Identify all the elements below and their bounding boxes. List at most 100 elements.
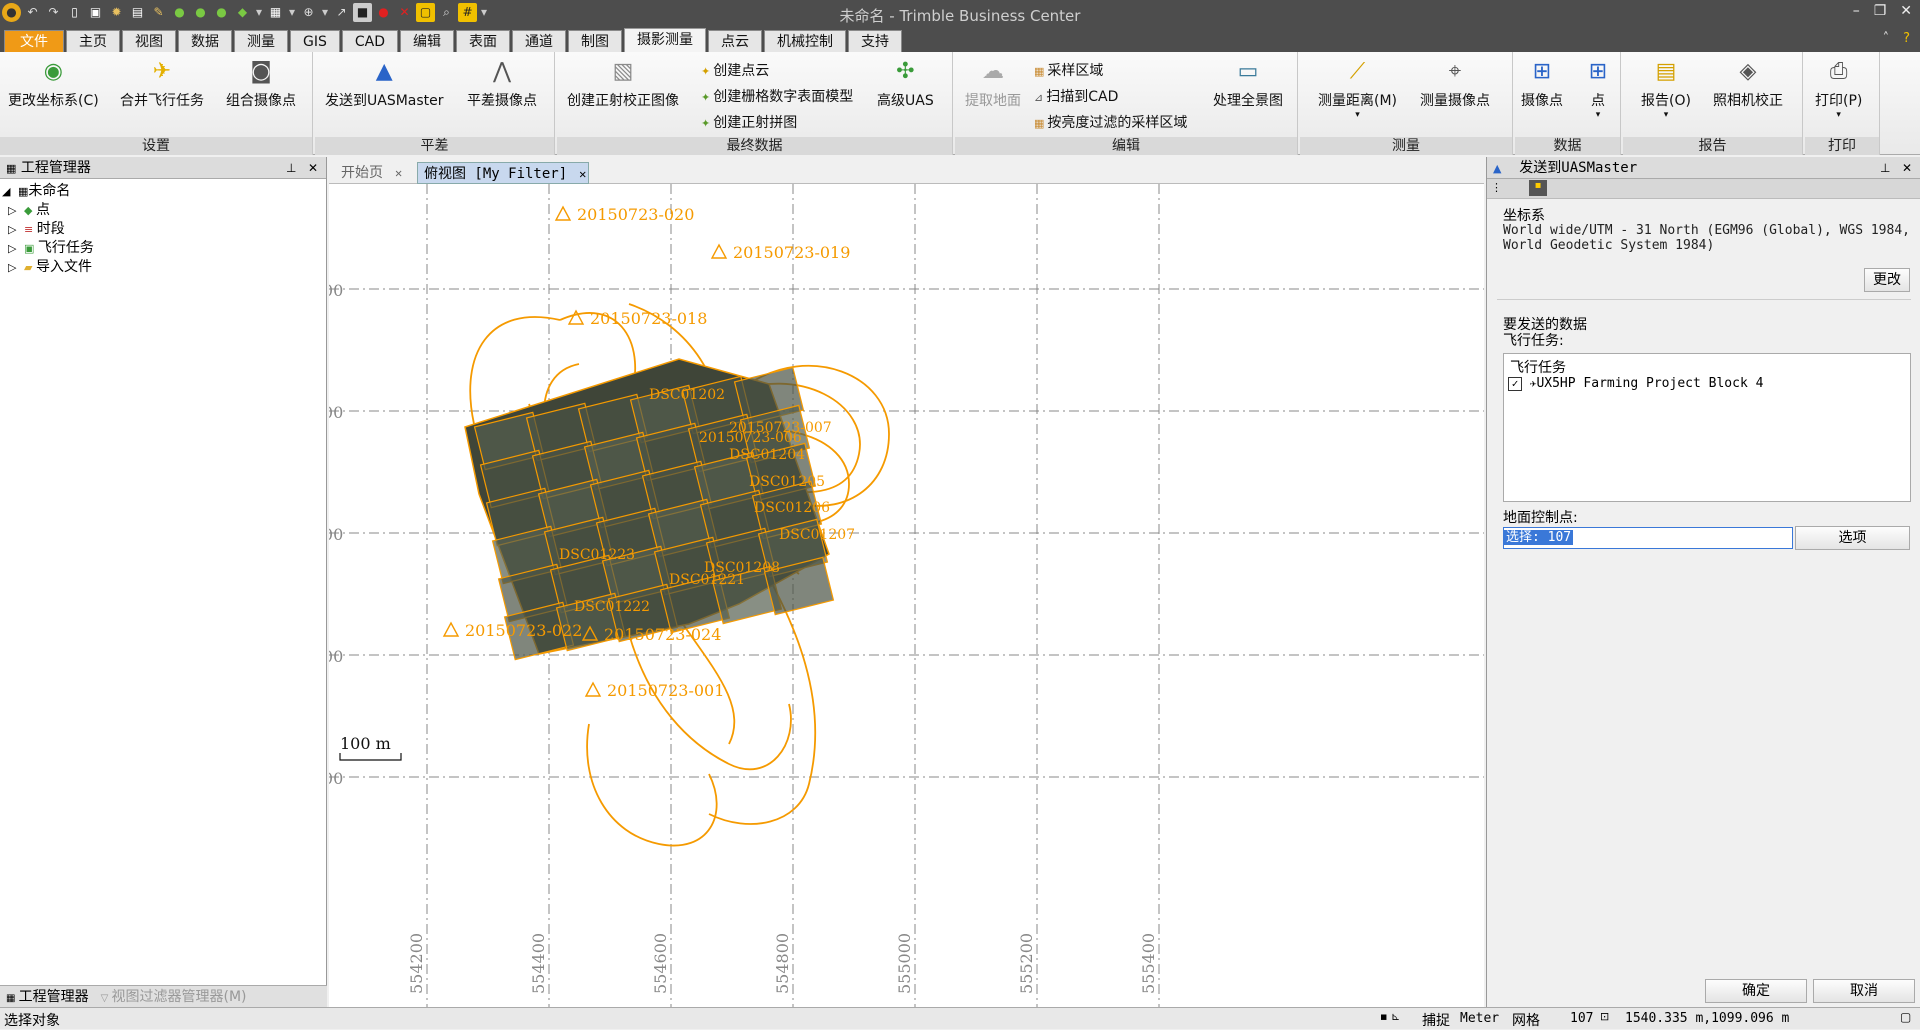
- window-title: 未命名 - Trimble Business Center: [839, 7, 1081, 25]
- tab-3[interactable]: 数据: [178, 30, 232, 52]
- gcp-field[interactable]: 选择: 107: [1503, 527, 1793, 549]
- group-title-final: 最终数据: [557, 137, 952, 155]
- tree-item-flights[interactable]: ▷ ▣ 飞行任务: [2, 239, 326, 258]
- advanced-uas-button[interactable]: ✣ 高级UAS: [877, 58, 934, 110]
- tree-item-imported-files[interactable]: ▷ ▰ 导入文件: [2, 258, 326, 277]
- expand-icon[interactable]: ▷: [8, 239, 24, 258]
- create-ortho-mosaic-button[interactable]: ✦ 创建正射拼图: [701, 112, 797, 132]
- photo-label: DSC01202: [649, 387, 725, 403]
- panel-close-icon[interactable]: ✕: [1902, 161, 1912, 175]
- create-raster-dsm-button[interactable]: ✦ 创建栅格数字表面模型: [701, 86, 853, 106]
- drone-icon: ✣: [896, 59, 915, 84]
- tab-5[interactable]: GIS: [290, 30, 340, 52]
- group-edit: ☁ 提取地面 ▦ 采样区域 ⊿ 扫描到CAD ▦ 按亮度过滤的采样区域 ▭ 处理全景图 编…: [955, 52, 1298, 155]
- create-orthophoto-button[interactable]: ▧ 创建正射校正图像: [567, 58, 679, 110]
- camera-point-icon: ⊞: [1532, 59, 1552, 84]
- close-icon[interactable]: ✕: [1900, 3, 1912, 19]
- help-icon[interactable]: ?: [1903, 31, 1910, 46]
- expand-icon[interactable]: ▷: [8, 201, 24, 220]
- restore-icon[interactable]: ❐: [1874, 3, 1887, 19]
- x-axis-label: 555000: [895, 933, 914, 994]
- tab-10[interactable]: 制图: [568, 30, 623, 52]
- measure-distance-button[interactable]: ⟋ 测量距离(M) ▾: [1318, 58, 1397, 120]
- sample-region-button[interactable]: ▦ 采样区域: [1034, 60, 1103, 80]
- points-button[interactable]: ⊞ 点 ▾: [1583, 58, 1613, 120]
- panel-close-icon[interactable]: ✕: [308, 161, 318, 175]
- camera-points-button[interactable]: ⊞ 摄像点: [1521, 58, 1563, 110]
- flights-label: 飞行任务:: [1503, 333, 1564, 349]
- extract-ground-button[interactable]: ☁ 提取地面: [965, 58, 1021, 110]
- tab-1[interactable]: 主页: [66, 30, 120, 52]
- flight-checkbox[interactable]: ✓: [1508, 377, 1522, 391]
- map-canvas[interactable]: 5676600567640056762005676000567580056756…: [329, 184, 1484, 1007]
- tab-close-icon[interactable]: ✕: [395, 166, 402, 180]
- uas-panel-title: 发送到UASMaster: [1519, 160, 1638, 176]
- calibration-icon: ◈: [1739, 59, 1757, 84]
- send-to-uasmaster-button[interactable]: ▲ 发送到UASMaster: [325, 58, 444, 110]
- grid-toggle[interactable]: 网格: [1512, 1010, 1540, 1030]
- scan-to-cad-button[interactable]: ⊿ 扫描到CAD: [1034, 86, 1118, 106]
- expand-icon[interactable]: ▷: [8, 220, 24, 239]
- tab-plan-view[interactable]: 俯视图 [My Filter] ✕: [417, 162, 589, 184]
- tab-6[interactable]: CAD: [341, 30, 399, 52]
- sample-region-icon: ▦: [1034, 65, 1045, 78]
- change-button[interactable]: 更改: [1864, 268, 1910, 292]
- merge-flights-button[interactable]: ✈ 合并飞行任务: [120, 58, 204, 110]
- control-point-label: 20150723-018: [590, 309, 707, 328]
- tab-14[interactable]: 支持: [848, 30, 903, 52]
- snap-mode-icon[interactable]: ▪ ⊾: [1380, 1010, 1400, 1023]
- camera-calibration-button[interactable]: ◈ 照相机校正: [1713, 58, 1783, 110]
- left-bottom-tabs: ▦ 工程管理器 ▽ 视图过滤器管理器(M): [0, 985, 327, 1007]
- process-panorama-button[interactable]: ▭ 处理全景图: [1213, 58, 1283, 110]
- options-button[interactable]: 选项: [1795, 526, 1910, 550]
- measure-camera-point-button[interactable]: ⌖ 测量摄像点: [1420, 58, 1490, 110]
- project-explorer-icon: ▦: [6, 162, 17, 175]
- pin-icon[interactable]: ⊥: [286, 161, 296, 175]
- folder-icon: ▰: [24, 261, 36, 274]
- tab-close-icon[interactable]: ✕: [579, 167, 586, 181]
- plan-view-map[interactable]: 5676600567640056762005676000567580056756…: [329, 184, 1484, 1007]
- tree-root[interactable]: ◢ ▦未命名: [2, 182, 326, 201]
- tab-0[interactable]: 文件: [4, 30, 64, 52]
- brightness-filter-region-button[interactable]: ▦ 按亮度过滤的采样区域: [1034, 112, 1187, 132]
- change-coordinate-system-button[interactable]: ◉ 更改坐标系(C): [8, 58, 99, 110]
- tab-9[interactable]: 通道: [512, 30, 567, 52]
- tree-item-points[interactable]: ▷ ◆ 点: [2, 201, 326, 220]
- ok-button[interactable]: 确定: [1705, 979, 1807, 1003]
- y-axis-label: 5675800: [329, 647, 343, 666]
- snap-toggle[interactable]: 捕捉: [1422, 1010, 1450, 1030]
- tab-7[interactable]: 编辑: [400, 30, 455, 52]
- create-point-cloud-button[interactable]: ✦ 创建点云: [701, 60, 769, 80]
- tab-4[interactable]: 测量: [234, 30, 288, 52]
- tab-project-explorer[interactable]: ▦ 工程管理器: [0, 986, 95, 1007]
- cancel-button[interactable]: 取消: [1813, 979, 1915, 1003]
- collapse-icon[interactable]: ◢: [2, 182, 18, 201]
- collapse-ribbon-icon[interactable]: ˄: [1883, 31, 1890, 46]
- document-tabs: 开始页 ✕ 俯视图 [My Filter] ✕: [329, 160, 1484, 184]
- tab-8[interactable]: 表面: [456, 30, 511, 52]
- filter-icon: ▽: [100, 993, 112, 1004]
- flight-list-item[interactable]: ✓ ✈UX5HP Farming Project Block 4: [1508, 376, 1763, 391]
- toolbar-image-icon[interactable]: ▪: [1529, 180, 1547, 196]
- report-button[interactable]: ▤ 报告(O) ▾: [1641, 58, 1691, 120]
- tab-12[interactable]: 点云: [708, 30, 763, 52]
- cursor-coordinates: 1540.335 m,1099.096 m: [1625, 1011, 1790, 1026]
- group-adjust: ▲ 发送到UASMaster ⋀ 平差摄像点 平差: [315, 52, 555, 155]
- tab-2[interactable]: 视图: [122, 30, 176, 52]
- y-axis-label: 5676000: [329, 525, 343, 544]
- group-measure: ⟋ 测量距离(M) ▾ ⌖ 测量摄像点 测量: [1300, 52, 1513, 155]
- flights-list[interactable]: 飞行任务 ✓ ✈UX5HP Farming Project Block 4: [1503, 353, 1911, 502]
- tab-13[interactable]: 机械控制: [764, 30, 847, 52]
- tab-view-filter-manager[interactable]: ▽ 视图过滤器管理器(M): [95, 986, 253, 1007]
- combine-camera-points-button[interactable]: ◙ 组合摄像点: [226, 58, 296, 110]
- tab-start-page[interactable]: 开始页 ✕: [335, 162, 402, 184]
- pin-icon[interactable]: ⊥: [1880, 161, 1890, 175]
- expand-icon[interactable]: ▷: [8, 258, 24, 277]
- tree-item-sessions[interactable]: ▷ ≡ 时段: [2, 220, 326, 239]
- print-button[interactable]: ⎙ 打印(P) ▾: [1815, 58, 1862, 120]
- adjust-camera-points-button[interactable]: ⋀ 平差摄像点: [467, 58, 537, 110]
- plane-icon: ✈: [152, 59, 172, 84]
- unit-display[interactable]: Meter: [1460, 1011, 1499, 1026]
- tab-11[interactable]: 摄影测量: [624, 28, 707, 52]
- minimize-icon[interactable]: –: [1853, 3, 1860, 19]
